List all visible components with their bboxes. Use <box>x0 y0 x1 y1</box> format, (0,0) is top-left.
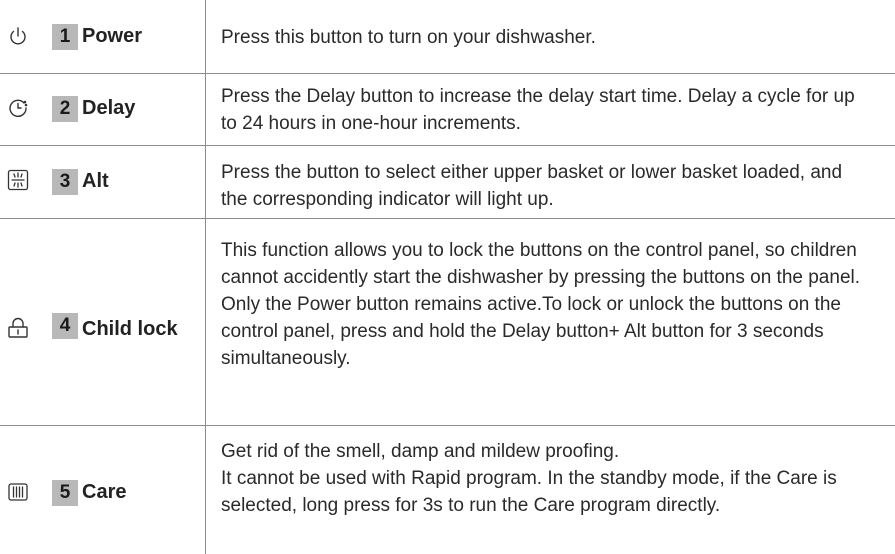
row-power-label: 1 Power <box>0 12 205 62</box>
delay-clock-icon <box>6 96 30 120</box>
power-number-badge: 1 <box>52 24 78 50</box>
power-name: Power <box>82 25 143 47</box>
row-child-lock-label: 4 Child lock <box>0 219 205 415</box>
care-number-badge: 5 <box>52 480 78 506</box>
child-lock-description: This function allows you to lock the but… <box>221 240 861 369</box>
alt-description: Press the button to select either upper … <box>221 162 843 210</box>
row-alt-label: 3 Alt <box>0 146 205 218</box>
care-description: Get rid of the smell, damp and mildew pr… <box>221 438 871 519</box>
row-delay-label: 2 Delay <box>0 74 205 144</box>
power-description: Press this button to turn on your dishwa… <box>221 27 596 48</box>
care-icon <box>6 480 30 504</box>
delay-number-badge: 2 <box>52 96 78 122</box>
care-name: Care <box>82 481 127 503</box>
alt-basket-icon <box>6 168 30 192</box>
power-icon <box>6 25 30 49</box>
delay-description: Press the Delay button to increase the d… <box>221 86 855 134</box>
alt-number-badge: 3 <box>52 169 78 195</box>
lock-icon <box>6 316 30 340</box>
alt-name: Alt <box>82 170 109 192</box>
delay-name: Delay <box>82 97 136 119</box>
row-care-label: 5 Care <box>0 426 205 554</box>
column-divider <box>205 0 206 554</box>
care-description-line-1: Get rid of the smell, damp and mildew pr… <box>221 441 620 462</box>
child-lock-name: Child lock <box>82 318 178 340</box>
child-lock-number-badge: 4 <box>52 313 78 339</box>
care-description-line-2: It cannot be used with Rapid program. In… <box>221 468 837 516</box>
